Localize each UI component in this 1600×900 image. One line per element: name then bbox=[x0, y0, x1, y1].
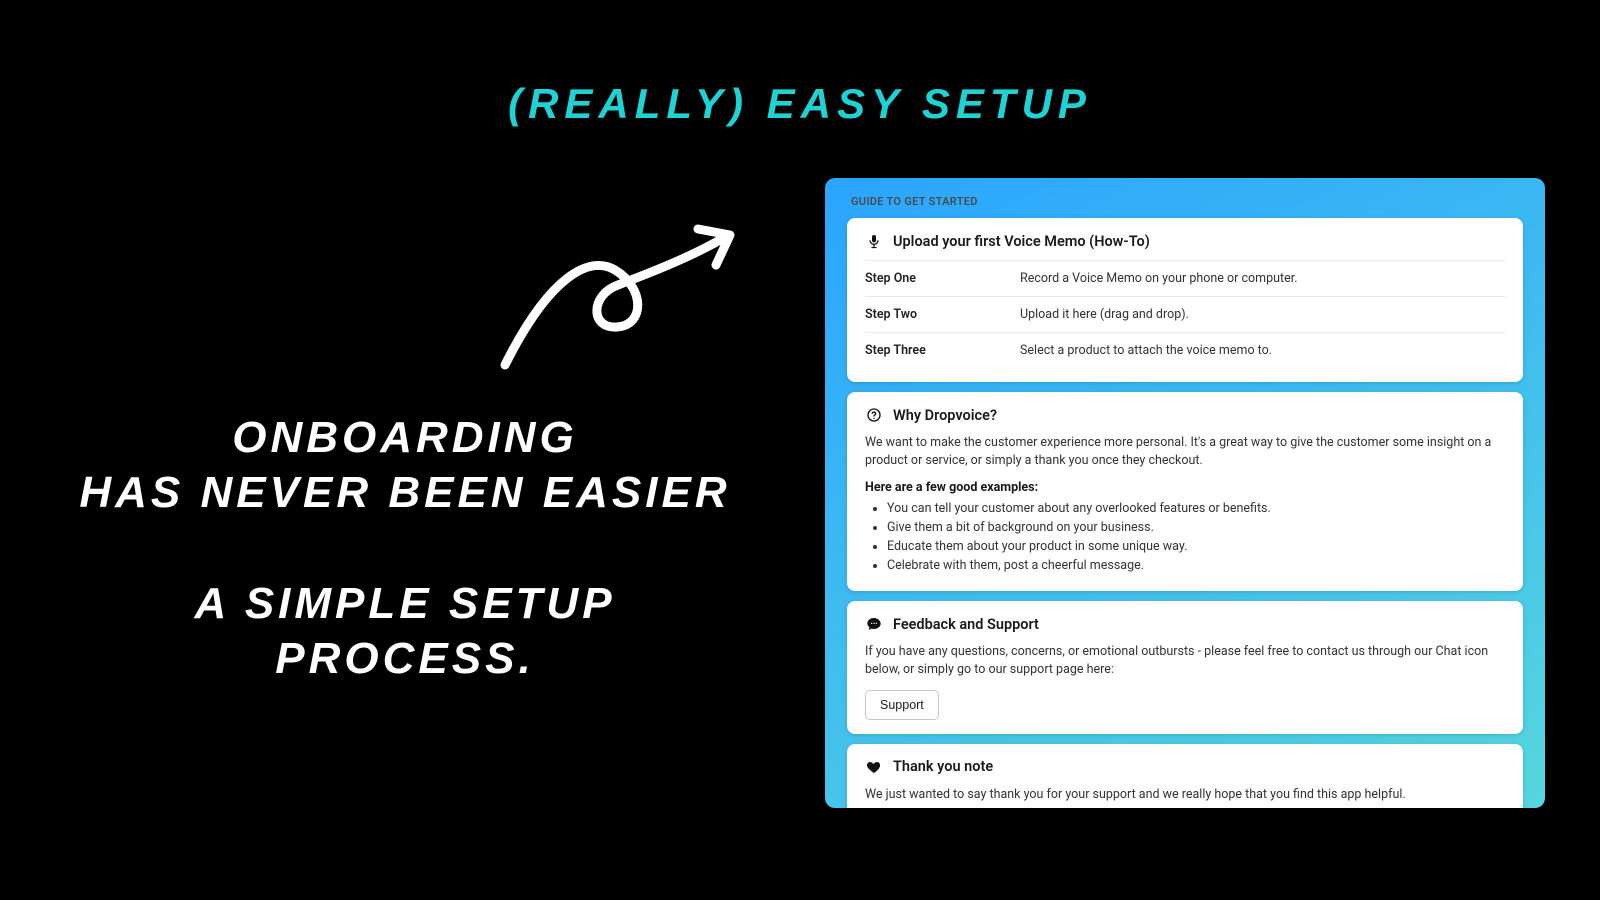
hero-title: (REALLY) EASY SETUP bbox=[508, 80, 1092, 128]
thanks-body: We just wanted to say thank you for your… bbox=[865, 786, 1505, 804]
list-item: You can tell your customer about any ove… bbox=[887, 501, 1505, 516]
step-desc: Select a product to attach the voice mem… bbox=[1020, 343, 1272, 358]
list-item: Educate them about your product in some … bbox=[887, 539, 1505, 554]
why-card: Why Dropvoice? We want to make the custo… bbox=[847, 392, 1523, 591]
feedback-card: Feedback and Support If you have any que… bbox=[847, 601, 1523, 733]
step-label: Step Three bbox=[865, 343, 1020, 358]
step-label: Step One bbox=[865, 271, 1020, 286]
feedback-title: Feedback and Support bbox=[893, 616, 1039, 633]
why-title: Why Dropvoice? bbox=[893, 407, 997, 424]
copy-line-2: HAS NEVER BEEN EASIER bbox=[35, 465, 775, 520]
chat-icon bbox=[865, 615, 883, 633]
heart-icon bbox=[865, 758, 883, 776]
howto-card: Upload your first Voice Memo (How-To) St… bbox=[847, 218, 1523, 382]
thanks-title: Thank you note bbox=[893, 758, 993, 775]
list-item: Celebrate with them, post a cheerful mes… bbox=[887, 558, 1505, 573]
copy-line-4: PROCESS. bbox=[35, 631, 775, 686]
list-item: Give them a bit of background on your bu… bbox=[887, 520, 1505, 535]
howto-title: Upload your first Voice Memo (How-To) bbox=[893, 233, 1150, 250]
copy-line-1: ONBOARDING bbox=[35, 410, 775, 465]
copy-line-3: A SIMPLE SETUP bbox=[35, 576, 775, 631]
support-button[interactable]: Support bbox=[865, 690, 939, 720]
why-examples-label: Here are a few good examples: bbox=[865, 480, 1505, 495]
step-row: Step Three Select a product to attach th… bbox=[865, 332, 1505, 368]
guide-label: GUIDE TO GET STARTED bbox=[851, 195, 1523, 208]
step-desc: Record a Voice Memo on your phone or com… bbox=[1020, 271, 1298, 286]
arrow-icon bbox=[490, 215, 750, 375]
why-examples-list: You can tell your customer about any ove… bbox=[865, 501, 1505, 573]
step-label: Step Two bbox=[865, 307, 1020, 322]
question-circle-icon bbox=[865, 406, 883, 424]
thanks-card: Thank you note We just wanted to say tha… bbox=[847, 744, 1523, 809]
marketing-copy: ONBOARDING HAS NEVER BEEN EASIER A SIMPL… bbox=[35, 410, 775, 686]
why-intro: We want to make the customer experience … bbox=[865, 434, 1505, 470]
microphone-icon bbox=[865, 232, 883, 250]
step-row: Step One Record a Voice Memo on your pho… bbox=[865, 260, 1505, 296]
step-row: Step Two Upload it here (drag and drop). bbox=[865, 296, 1505, 332]
feedback-body: If you have any questions, concerns, or … bbox=[865, 643, 1505, 679]
app-panel-frame: GUIDE TO GET STARTED Upload your first V… bbox=[825, 178, 1545, 808]
step-desc: Upload it here (drag and drop). bbox=[1020, 307, 1189, 322]
